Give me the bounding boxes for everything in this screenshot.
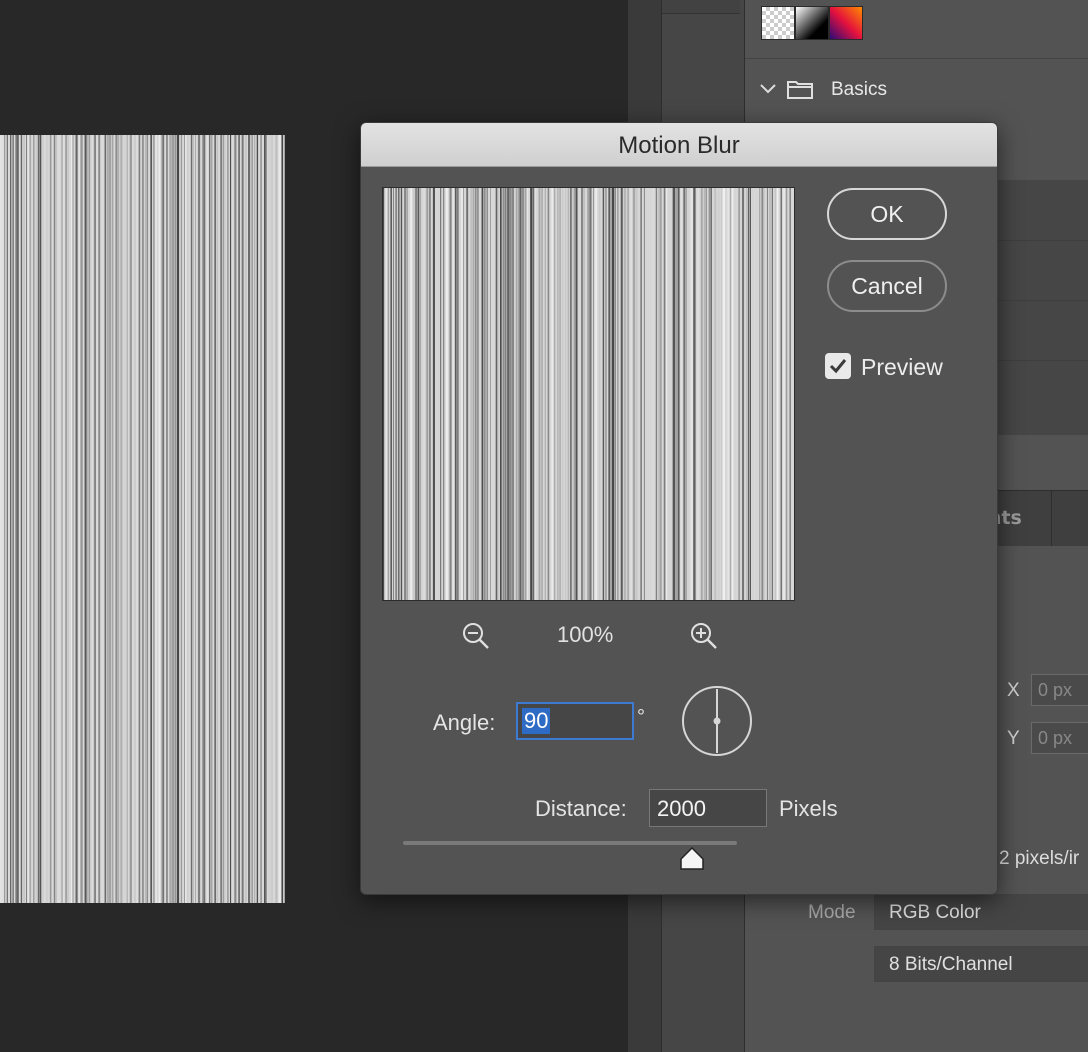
mode-select[interactable]: RGB Color xyxy=(874,894,1088,930)
y-input[interactable]: 0 px xyxy=(1031,722,1088,754)
panel-header-strip xyxy=(662,0,740,14)
preview-label[interactable]: Preview xyxy=(861,354,943,381)
swatch-transparent[interactable] xyxy=(761,6,795,40)
angle-input[interactable]: 90 xyxy=(516,702,634,740)
zoom-level: 100% xyxy=(557,622,614,647)
preview-checkbox[interactable] xyxy=(825,353,851,379)
ok-button[interactable]: OK xyxy=(827,188,947,240)
basics-group[interactable]: Basics xyxy=(745,58,1088,118)
dialog-title: Motion Blur xyxy=(618,132,740,159)
mode-label: Mode xyxy=(808,902,856,923)
checkmark-icon xyxy=(829,359,847,374)
bit-depth-select[interactable]: 8 Bits/Channel xyxy=(874,946,1088,982)
motion-blur-dialog: Motion Blur 100% OK Cancel Preview Angle… xyxy=(360,122,998,895)
resolution-text: 2 pixels/ir xyxy=(999,848,1080,869)
slider-thumb-icon[interactable] xyxy=(679,846,705,871)
x-input[interactable]: 0 px xyxy=(1031,674,1088,706)
distance-input[interactable]: 2000 xyxy=(649,789,767,827)
distance-label: Distance: xyxy=(535,796,627,821)
angle-value: 90 xyxy=(522,708,551,734)
zoom-out-icon[interactable] xyxy=(461,621,491,651)
filter-preview[interactable] xyxy=(382,187,795,601)
basics-label: Basics xyxy=(831,79,887,100)
angle-dial-icon[interactable] xyxy=(681,685,753,757)
swatch-black-white[interactable] xyxy=(795,6,829,40)
degree-sign: ° xyxy=(637,706,645,728)
dialog-titlebar[interactable]: Motion Blur xyxy=(361,123,997,167)
preview-stripes xyxy=(383,188,793,600)
distance-unit: Pixels xyxy=(779,796,838,821)
folder-icon xyxy=(787,79,813,99)
tab-divider xyxy=(1051,491,1052,547)
document-canvas[interactable] xyxy=(0,135,285,903)
y-label: Y xyxy=(1007,728,1020,749)
motion-blur-stripes xyxy=(0,135,285,903)
cancel-button[interactable]: Cancel xyxy=(827,260,947,312)
distance-slider[interactable] xyxy=(403,841,737,845)
angle-label: Angle: xyxy=(433,710,496,735)
swatch-orange-purple[interactable] xyxy=(829,6,863,40)
chevron-down-icon[interactable] xyxy=(759,79,777,102)
x-label: X xyxy=(1007,680,1020,701)
zoom-in-icon[interactable] xyxy=(689,621,719,651)
